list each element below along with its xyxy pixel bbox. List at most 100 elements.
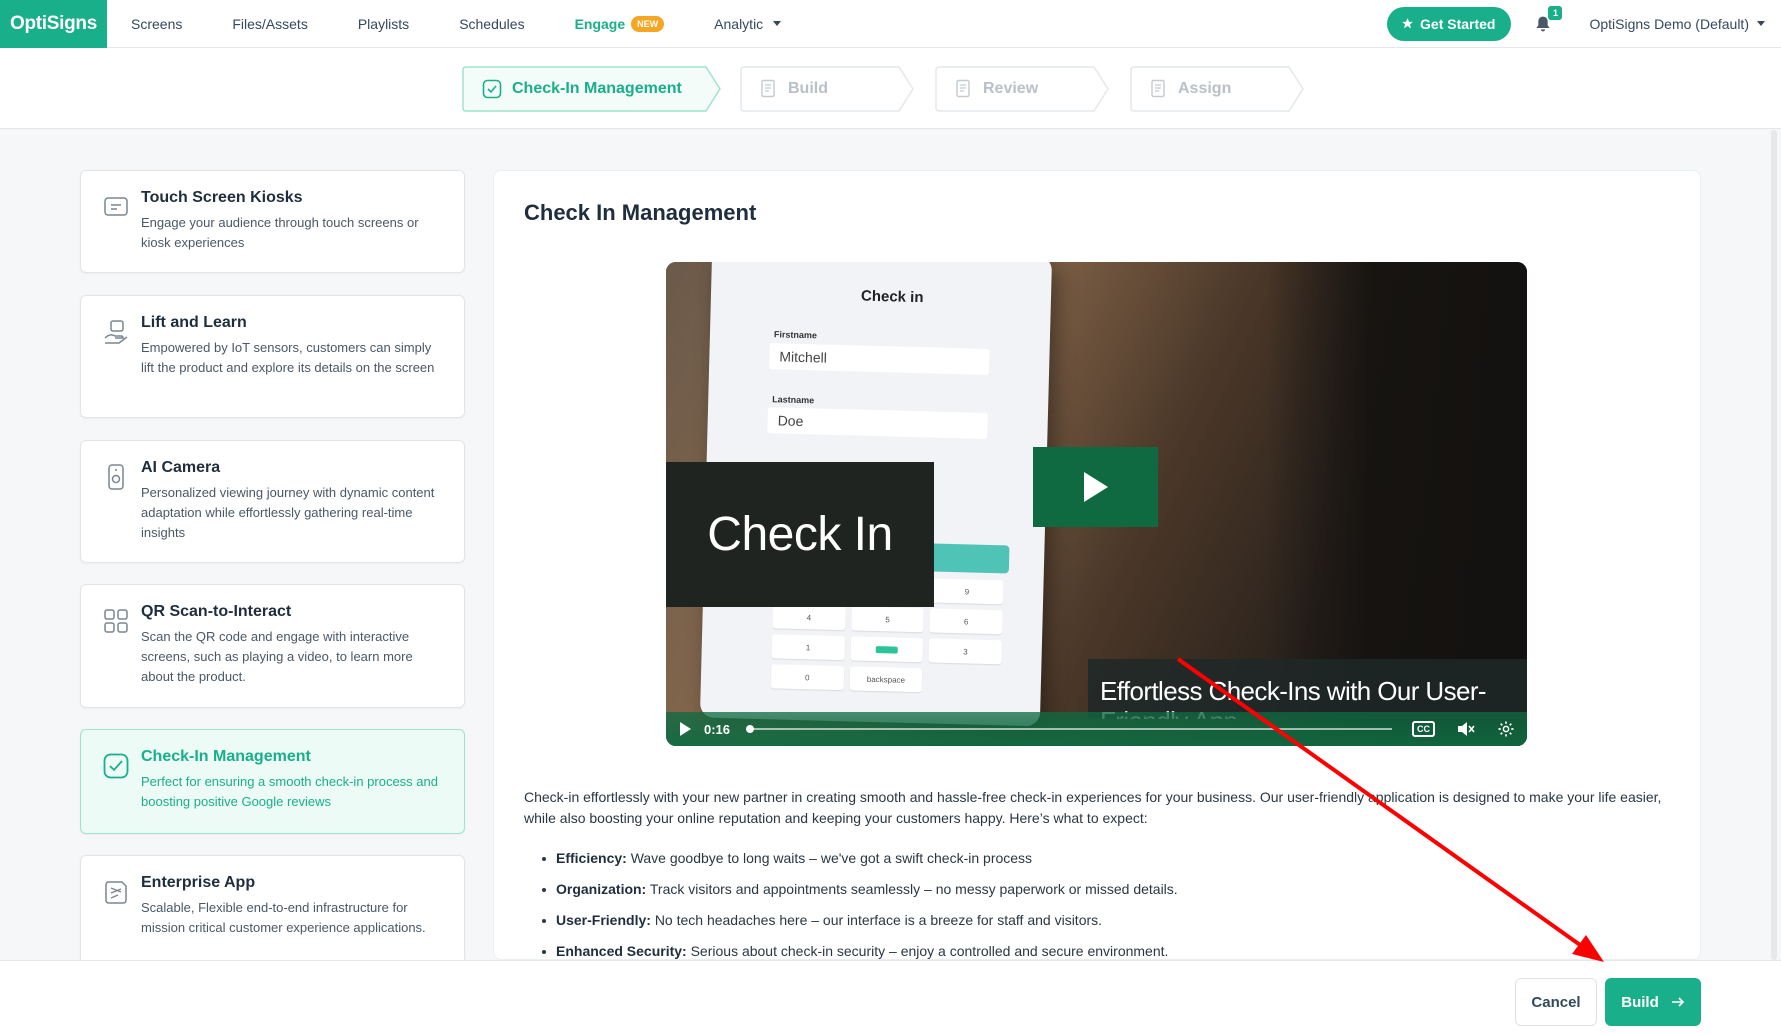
build-button[interactable]: Build bbox=[1605, 978, 1701, 1026]
footer-actions: Cancel Build bbox=[0, 960, 1781, 1034]
caption-line: Effortless Check-Ins with Our User- bbox=[1100, 676, 1487, 706]
step-check-in-management[interactable]: Check-In Management bbox=[462, 66, 722, 112]
keypad-key: 6 bbox=[929, 608, 1003, 635]
closed-captions-button[interactable]: CC bbox=[1412, 721, 1435, 737]
video-player[interactable]: Check in Firstname Mitchell Lastname Doe… bbox=[666, 262, 1527, 746]
stepper: Check-In Management Build Review Assign bbox=[0, 48, 1781, 129]
tablet-lastname-label: Lastname bbox=[772, 394, 815, 406]
chevron-down-icon bbox=[773, 21, 782, 26]
feature-label: Enhanced Security: bbox=[556, 943, 687, 959]
app-card-title: Enterprise App bbox=[141, 874, 256, 891]
video-caption: Effortless Check-Ins with Our User- Frie… bbox=[1088, 659, 1527, 719]
feature-text: Serious about check-in security – enjoy … bbox=[690, 943, 1169, 959]
step-label: Review bbox=[983, 80, 1039, 97]
nav-analytic[interactable]: Analytic bbox=[689, 16, 806, 32]
video-time: 0:16 bbox=[704, 721, 731, 737]
video-overlay-title: Check In bbox=[666, 462, 934, 607]
nav-engage-label: Engage bbox=[574, 15, 626, 32]
document-icon bbox=[761, 79, 775, 98]
app-card-title: Check-In Management bbox=[141, 748, 311, 765]
app-card-title: Touch Screen Kiosks bbox=[141, 189, 303, 206]
star-icon bbox=[1402, 18, 1413, 29]
description-text: Check-in effortlessly with your new part… bbox=[524, 789, 1662, 826]
app-card-check-in-management[interactable]: Check-In Management Perfect for ensuring… bbox=[80, 729, 465, 834]
tablet-firstname-label: Firstname bbox=[773, 329, 818, 341]
check-square-icon bbox=[482, 79, 502, 99]
app-card-lift-and-learn[interactable]: Lift and Learn Empowered by IoT sensors,… bbox=[80, 295, 465, 418]
page-scrollbar[interactable] bbox=[1771, 130, 1777, 960]
feature-text: Track visitors and appointments seamless… bbox=[649, 881, 1178, 897]
video-play-button[interactable] bbox=[1033, 447, 1158, 527]
app-card-ai-camera[interactable]: AI Camera Personalized viewing journey w… bbox=[80, 440, 465, 563]
step-build[interactable]: Build bbox=[740, 66, 915, 112]
nav-files-assets[interactable]: Files/Assets bbox=[207, 16, 332, 32]
nav-analytic-label: Analytic bbox=[714, 15, 764, 32]
nav-engage[interactable]: Engage NEW bbox=[550, 15, 690, 32]
mute-icon[interactable] bbox=[1457, 721, 1475, 737]
nav-playlists[interactable]: Playlists bbox=[333, 16, 434, 32]
app-card-desc: Scan the QR code and engage with interac… bbox=[141, 629, 413, 684]
feature-label: Efficiency: bbox=[556, 850, 627, 866]
video-controls: 0:16 CC bbox=[666, 712, 1527, 746]
keypad-key: 3 bbox=[928, 638, 1003, 665]
top-nav: OptiSigns Screens Files/Assets Playlists… bbox=[0, 0, 1781, 48]
feature-text: No tech headaches here – our interface i… bbox=[654, 912, 1103, 928]
chevron-down-icon bbox=[1757, 21, 1765, 26]
notification-count-badge: 1 bbox=[1548, 5, 1563, 20]
account-name: OptiSigns Demo (Default) bbox=[1589, 15, 1749, 32]
optisigns-logo[interactable]: OptiSigns bbox=[0, 0, 107, 48]
document-icon bbox=[1151, 79, 1165, 98]
keypad-key: 9 bbox=[930, 578, 1004, 605]
app-card-title: Lift and Learn bbox=[141, 314, 247, 331]
app-card-desc: Empowered by IoT sensors, customers can … bbox=[141, 340, 435, 375]
settings-gear-icon[interactable] bbox=[1497, 720, 1515, 738]
nav-schedules[interactable]: Schedules bbox=[434, 16, 549, 32]
account-menu[interactable]: OptiSigns Demo (Default) bbox=[1589, 16, 1765, 32]
keypad-key: 5 bbox=[850, 606, 925, 633]
step-label: Assign bbox=[1178, 80, 1232, 97]
step-assign[interactable]: Assign bbox=[1130, 66, 1305, 112]
feature-list: Efficiency: Wave goodbye to long waits –… bbox=[524, 843, 1674, 959]
build-button-label: Build bbox=[1621, 993, 1659, 1011]
app-card-desc: Personalized viewing journey with dynami… bbox=[141, 485, 435, 540]
nav-right: Get Started 1 OptiSigns Demo (Default) bbox=[1387, 0, 1781, 48]
tablet-firstname-value: Mitchell bbox=[769, 343, 990, 375]
app-card-desc: Engage your audience through touch scree… bbox=[141, 215, 419, 250]
keypad-key: 1 bbox=[771, 634, 845, 661]
cancel-button[interactable]: Cancel bbox=[1515, 978, 1597, 1026]
feature-label: Organization: bbox=[556, 881, 647, 897]
kiosk-icon bbox=[104, 197, 128, 216]
hand-box-icon bbox=[104, 320, 128, 344]
app-card-touch-screen-kiosks[interactable]: Touch Screen Kiosks Engage your audience… bbox=[80, 170, 465, 273]
app-card-desc: Scalable, Flexible end-to-end infrastruc… bbox=[141, 900, 426, 935]
document-icon bbox=[956, 79, 970, 98]
camera-icon bbox=[108, 464, 124, 490]
app-card-desc: Perfect for ensuring a smooth check-in p… bbox=[141, 774, 438, 809]
video-progress-knob[interactable] bbox=[746, 725, 755, 733]
app-card-enterprise-app[interactable]: Enterprise App Scalable, Flexible end-to… bbox=[80, 855, 465, 965]
enterprise-icon bbox=[105, 881, 127, 904]
get-started-button[interactable]: Get Started bbox=[1387, 6, 1512, 41]
app-card-qr-scan-to-interact[interactable]: QR Scan-to-Interact Scan the QR code and… bbox=[80, 584, 465, 708]
feature-label: User-Friendly: bbox=[556, 912, 651, 928]
play-icon bbox=[1083, 472, 1108, 502]
keypad-key: 4 bbox=[772, 604, 846, 631]
keypad-key: backspace bbox=[849, 666, 923, 693]
video-progress-track[interactable] bbox=[746, 725, 1392, 733]
step-label: Check-In Management bbox=[512, 80, 682, 97]
keypad-key-green bbox=[850, 636, 924, 663]
detail-panel: Check In Management Check in Firstname M… bbox=[493, 170, 1701, 960]
nav-screens[interactable]: Screens bbox=[107, 16, 207, 32]
feature-item: Efficiency: Wave goodbye to long waits –… bbox=[524, 843, 1674, 874]
nav-items: Screens Files/Assets Playlists Schedules… bbox=[107, 0, 806, 48]
step-review[interactable]: Review bbox=[935, 66, 1110, 112]
app-card-title: AI Camera bbox=[141, 459, 221, 476]
new-badge: NEW bbox=[631, 15, 665, 32]
step-label: Build bbox=[788, 80, 828, 97]
play-icon[interactable] bbox=[678, 721, 692, 737]
arrow-right-icon bbox=[1671, 997, 1684, 1007]
qr-icon bbox=[104, 609, 128, 633]
feature-item: Enhanced Security: Serious about check-i… bbox=[524, 936, 1674, 959]
notifications-button[interactable]: 1 bbox=[1533, 5, 1563, 34]
get-started-label: Get Started bbox=[1420, 15, 1496, 32]
